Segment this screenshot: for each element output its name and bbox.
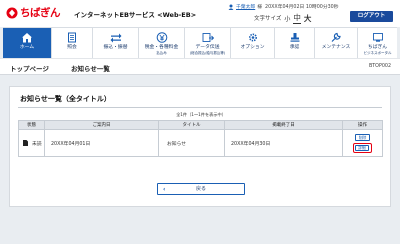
- menu-label: メンテナンス: [321, 45, 351, 50]
- menu-item-transfer[interactable]: 振込・振替: [93, 28, 139, 59]
- breadcrumb-top[interactable]: トップページ: [10, 63, 49, 73]
- menu-item-tax-payment[interactable]: 税金・各種料金 払込み: [139, 28, 185, 59]
- menu-label: オプション: [240, 45, 265, 50]
- transfer-icon: [110, 33, 121, 43]
- delete-button[interactable]: 削除: [355, 133, 370, 141]
- wrench-icon: [331, 32, 341, 42]
- notice-table: 状態 ご案内日 タイトル 掲載終了日 操作 未読 20XX年04月01日 お知ら…: [18, 120, 383, 157]
- menu-item-maintenance[interactable]: メンテナンス: [315, 28, 358, 59]
- end-date-cell: 20XX年04月30日: [224, 129, 343, 157]
- font-small-button[interactable]: 小: [284, 14, 290, 23]
- menu-label: 承認: [289, 45, 300, 50]
- menu-label: 振込・振替: [103, 45, 128, 50]
- menu-sublabel: 払込み: [156, 50, 167, 55]
- breadcrumb-current: お知らせ一覧: [71, 65, 110, 73]
- menu-item-home[interactable]: ホーム: [3, 28, 52, 59]
- global-menu: ホーム 照会 振込・振替 税金・各種料金 払込み データ伝送 (総合振込/給与振…: [3, 27, 397, 59]
- result-count: 全1件（1～1件を表示中）: [176, 112, 226, 117]
- menu-sublabel: (総合振込/給与振込等): [189, 50, 226, 55]
- detail-button[interactable]: 詳細: [355, 144, 369, 151]
- menu-label: 照会: [67, 45, 77, 50]
- column-header-date: ご案内日: [44, 120, 159, 130]
- approval-stamp-icon: [290, 33, 299, 42]
- menu-label: ホーム: [19, 45, 35, 50]
- menu-item-business-portal[interactable]: ちばぎん ビジネスポータル: [358, 28, 397, 59]
- operation-cell: 削除 詳細: [342, 129, 383, 157]
- menu-item-inquiry[interactable]: 照会: [52, 28, 93, 59]
- portal-icon: [372, 33, 383, 42]
- detail-highlight: 詳細: [353, 142, 372, 153]
- menu-item-data-transmission[interactable]: データ伝送 (総合振込/給与振込等): [185, 28, 231, 59]
- font-mid-button[interactable]: 中: [293, 12, 301, 24]
- back-button[interactable]: ‹ 戻る: [157, 183, 245, 195]
- logo-text: ちばぎん: [20, 7, 61, 19]
- column-header-title: タイトル: [158, 120, 225, 130]
- home-icon: [22, 33, 32, 43]
- title-cell: お知らせ: [158, 129, 225, 157]
- menu-item-options[interactable]: オプション: [231, 28, 275, 59]
- screen-id: BTOP002: [368, 64, 391, 69]
- breadcrumb: トップページ お知らせ一覧 BTOP002: [0, 58, 400, 75]
- user-name-link[interactable]: 千葉太郎: [236, 3, 255, 10]
- bank-logo-icon: [6, 7, 18, 18]
- bank-logo[interactable]: ちばぎん: [6, 5, 61, 20]
- column-header-status: 状態: [18, 120, 45, 130]
- status-text: 未読: [32, 141, 42, 147]
- divider: [18, 107, 382, 108]
- logout-button[interactable]: ログアウト: [350, 11, 393, 22]
- chevron-left-icon: ‹: [163, 186, 166, 193]
- gear-icon: [248, 33, 257, 42]
- font-large-button[interactable]: 大: [304, 13, 312, 24]
- column-header-operation: 操作: [342, 120, 383, 130]
- table-header-row: 状態 ご案内日 タイトル 掲載終了日 操作: [18, 120, 383, 130]
- user-suffix: 様: [257, 5, 263, 10]
- back-label: 戻る: [195, 186, 206, 192]
- menu-item-approval[interactable]: 承認: [275, 28, 315, 59]
- last-login: 20XX年04月02日 10時00分30秒: [265, 5, 339, 10]
- table-row: 未読 20XX年04月01日 お知らせ 20XX年04月30日 削除 詳細: [18, 129, 383, 157]
- document-list-icon: [68, 32, 76, 43]
- notice-panel: お知らせ一覧（全タイトル） 全1件（1～1件を表示中） 状態 ご案内日 タイトル…: [9, 86, 391, 207]
- service-title: インターネットEBサービス <Web-EB>: [74, 11, 197, 19]
- font-size-control: 文字サイズ 小 中 大: [254, 12, 311, 24]
- unread-document-icon: [23, 140, 28, 146]
- header: ちばぎん インターネットEBサービス <Web-EB> 千葉太郎 様 20XX年…: [0, 0, 400, 27]
- yen-icon: [156, 32, 167, 43]
- column-header-end-date: 掲載終了日: [224, 120, 343, 130]
- status-cell: 未読: [18, 129, 45, 157]
- user-info: 千葉太郎 様 20XX年04月02日 10時00分30秒: [228, 3, 339, 10]
- panel-title: お知らせ一覧（全タイトル）: [20, 95, 111, 103]
- menu-sublabel: ビジネスポータル: [363, 50, 392, 55]
- font-size-label: 文字サイズ: [254, 16, 282, 22]
- data-transfer-icon: [202, 33, 214, 42]
- user-icon: [228, 4, 234, 10]
- date-cell: 20XX年04月01日: [44, 129, 159, 157]
